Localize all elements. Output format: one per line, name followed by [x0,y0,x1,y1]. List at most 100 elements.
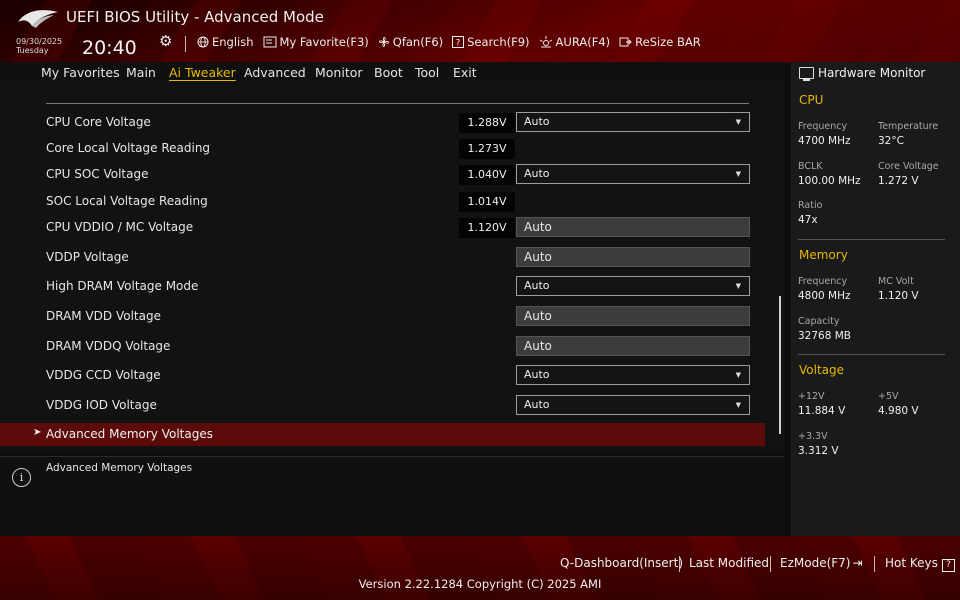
cpu-vddio-mc-voltage-input[interactable]: Auto [516,217,750,237]
language-button[interactable]: English [197,35,254,49]
setting-row: VDDG IOD Voltage Auto ▼ [0,395,770,419]
last-modified-button[interactable]: Last Modified [689,556,769,570]
dropdown-arrow-icon: ▼ [735,371,741,379]
voltage-reading: 1.120V [459,218,515,238]
ratio-label: Ratio [798,200,823,211]
monitor-icon [799,67,814,81]
tab-advanced[interactable]: Advanced [244,65,306,80]
search-button[interactable]: ? Search(F9) [452,35,530,49]
cpu-temperature-value: 32°C [878,135,904,147]
dropdown-arrow-icon: ▼ [735,170,741,178]
dropdown-arrow-icon: ▼ [735,282,741,290]
setting-label: DRAM VDD Voltage [46,309,161,323]
resize-bar-button[interactable]: ReSize BAR [619,35,701,49]
footer-bar: Q-Dashboard(Insert) Last Modified EzMode… [0,536,960,600]
setting-label: High DRAM Voltage Mode [46,279,199,293]
toolbar: English My Favorite(F3) Qfan(F6) ? Searc… [197,35,701,49]
v33-value: 3.312 V [798,445,839,457]
cpu-frequency-value: 4700 MHz [798,135,851,147]
select-value: Auto [524,279,550,292]
bclk-value: 100.00 MHz [798,175,861,187]
hardware-monitor-header: Hardware Monitor [799,66,925,81]
high-dram-voltage-mode-select[interactable]: Auto ▼ [516,276,750,296]
tab-ai-tweaker[interactable]: Ai Tweaker [169,65,236,80]
core-voltage-value: 1.272 V [878,175,919,187]
memory-frequency-label: Frequency [798,276,848,287]
gear-icon[interactable]: ⚙ [159,32,172,50]
qfan-label: Qfan(F6) [392,35,444,49]
exit-arrow-icon: ⇥ [852,556,863,570]
footer-divider [770,556,771,572]
setting-label: VDDG CCD Voltage [46,368,161,382]
vddp-voltage-input[interactable]: Auto [516,247,750,267]
hot-keys-button[interactable]: Hot Keys? [885,556,955,572]
aura-label: AURA(F4) [555,35,611,49]
cpu-core-voltage-select[interactable]: Auto ▼ [516,112,750,132]
tab-exit[interactable]: Exit [453,65,477,80]
setting-label: VDDP Voltage [46,250,129,264]
setting-row: CPU Core Voltage 1.288V Auto ▼ [0,112,770,136]
section-divider [798,239,945,240]
mc-volt-value: 1.120 V [878,290,919,302]
setting-label: DRAM VDDQ Voltage [46,339,171,353]
select-value: Auto [524,398,550,411]
tab-boot[interactable]: Boot [374,65,403,80]
app-title: UEFI BIOS Utility - Advanced Mode [66,8,324,26]
tab-main[interactable]: Main [126,65,156,80]
submenu-label: Advanced Memory Voltages [46,427,213,441]
voltage-reading: 1.273V [459,139,515,159]
v5-label: +5V [878,391,899,402]
vddg-iod-voltage-select[interactable]: Auto ▼ [516,395,750,415]
cpu-soc-voltage-select[interactable]: Auto ▼ [516,164,750,184]
v12-value: 11.884 V [798,405,846,417]
globe-icon [197,36,209,48]
info-icon: i [12,468,31,487]
hardware-monitor-panel: Hardware Monitor CPU Frequency 4700 MHz … [791,62,960,536]
setting-label: VDDG IOD Voltage [46,398,157,412]
help-text: Advanced Memory Voltages [46,462,193,474]
vddg-ccd-voltage-select[interactable]: Auto ▼ [516,365,750,385]
memory-section-title: Memory [799,248,848,262]
tab-monitor[interactable]: Monitor [315,65,363,80]
select-value: Auto [524,115,550,128]
v5-value: 4.980 V [878,405,919,417]
my-favorite-label: My Favorite(F3) [279,35,369,49]
tab-my-favorites[interactable]: My Favorites [41,65,120,80]
setting-row: DRAM VDDQ Voltage Auto [0,336,770,360]
clock[interactable]: 20:40 [82,37,137,59]
capacity-label: Capacity [798,316,840,327]
my-favorite-button[interactable]: My Favorite(F3) [263,35,369,49]
header-divider [185,36,186,52]
scrollbar[interactable] [779,296,781,434]
qfan-button[interactable]: Qfan(F6) [378,35,443,49]
bclk-label: BCLK [798,161,823,172]
favorite-icon [263,36,277,48]
voltage-reading: 1.040V [459,165,515,185]
submenu-advanced-memory-voltages[interactable]: ➤ Advanced Memory Voltages [0,423,765,446]
setting-row: DRAM VDD Voltage Auto [0,306,770,330]
rog-logo [18,10,58,28]
setting-row: VDDG CCD Voltage Auto ▼ [0,365,770,389]
footer-divider [679,556,680,572]
input-value: Auto [524,220,552,234]
v33-label: +3.3V [798,431,828,442]
language-label: English [212,35,254,49]
q-dashboard-button[interactable]: Q-Dashboard(Insert) [560,556,683,570]
dram-vddq-voltage-input[interactable]: Auto [516,336,750,356]
tab-tool[interactable]: Tool [415,65,439,80]
fan-icon [378,37,389,47]
setting-label: CPU SOC Voltage [46,167,149,181]
voltage-reading: 1.014V [459,192,515,212]
search-label: Search(F9) [467,35,530,49]
date-display: 09/30/2025 Tuesday [16,37,62,55]
dram-vdd-voltage-input[interactable]: Auto [516,306,750,326]
setting-row: CPU VDDIO / MC Voltage 1.120V Auto [0,217,770,241]
setting-row: SOC Local Voltage Reading 1.014V [0,191,770,215]
select-value: Auto [524,368,550,381]
help-key-icon: ? [941,559,955,572]
setting-label: SOC Local Voltage Reading [46,194,208,208]
ezmode-button[interactable]: EzMode(F7) ⇥ [780,556,863,570]
capacity-value: 32768 MB [798,330,852,342]
aura-button[interactable]: AURA(F4) [539,35,611,49]
hot-keys-label: Hot Keys [885,556,938,570]
